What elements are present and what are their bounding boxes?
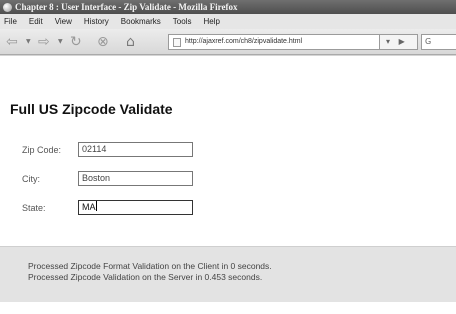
firefox-icon bbox=[3, 2, 12, 12]
menu-file[interactable]: File bbox=[4, 17, 17, 26]
state-input[interactable]: MA bbox=[78, 200, 193, 215]
page-title: Full US Zipcode Validate bbox=[10, 101, 173, 117]
url-bar[interactable]: http://ajaxref.com/ch8/zipvalidate.html bbox=[168, 34, 380, 50]
window-titlebar: Chapter 8 : User Interface - Zip Validat… bbox=[0, 0, 456, 14]
status-panel: Processed Zipcode Format Validation on t… bbox=[0, 246, 456, 302]
stop-icon[interactable]: ⊗ bbox=[97, 34, 109, 50]
reload-icon[interactable]: ↻ bbox=[70, 34, 82, 50]
url-text: http://ajaxref.com/ch8/zipvalidate.html bbox=[185, 38, 303, 45]
state-label: State: bbox=[22, 203, 46, 213]
menu-bar: File Edit View History Bookmarks Tools H… bbox=[0, 14, 456, 29]
menu-history[interactable]: History bbox=[84, 17, 109, 26]
state-value: MA bbox=[82, 202, 96, 212]
url-bar-controls[interactable]: ▾ ▶ bbox=[380, 34, 418, 50]
forward-icon[interactable]: ⇨ bbox=[38, 34, 50, 50]
client-status-line: Processed Zipcode Format Validation on t… bbox=[28, 261, 272, 271]
server-status-line: Processed Zipcode Validation on the Serv… bbox=[28, 272, 263, 282]
page-icon bbox=[173, 38, 181, 47]
url-dropdown-icon[interactable]: ▾ bbox=[386, 37, 390, 46]
zip-label: Zip Code: bbox=[22, 145, 62, 155]
back-history-icon[interactable]: ▼ bbox=[26, 38, 31, 45]
menu-view[interactable]: View bbox=[55, 17, 72, 26]
zip-input[interactable]: 02114 bbox=[78, 142, 193, 157]
menu-bookmarks[interactable]: Bookmarks bbox=[121, 17, 161, 26]
navigation-toolbar: ⇦ ▼ ⇨ ▼ ↻ ⊗ ⌂ http://ajaxref.com/ch8/zip… bbox=[0, 29, 456, 55]
text-caret bbox=[95, 201, 97, 211]
back-icon[interactable]: ⇦ bbox=[6, 34, 18, 50]
forward-history-icon[interactable]: ▼ bbox=[58, 38, 63, 45]
menu-help[interactable]: Help bbox=[203, 17, 219, 26]
city-input[interactable]: Boston bbox=[78, 171, 193, 186]
page-content: Full US Zipcode Validate Zip Code: 02114… bbox=[0, 56, 456, 314]
go-icon[interactable]: ▶ bbox=[399, 37, 405, 46]
search-engine-icon[interactable]: G bbox=[425, 37, 431, 46]
menu-tools[interactable]: Tools bbox=[173, 17, 192, 26]
search-box[interactable]: G bbox=[421, 34, 456, 50]
window-title: Chapter 8 : User Interface - Zip Validat… bbox=[15, 2, 238, 12]
menu-edit[interactable]: Edit bbox=[29, 17, 43, 26]
zip-value: 02114 bbox=[82, 144, 107, 154]
city-value: Boston bbox=[82, 173, 111, 183]
city-label: City: bbox=[22, 174, 40, 184]
home-icon[interactable]: ⌂ bbox=[126, 34, 135, 50]
